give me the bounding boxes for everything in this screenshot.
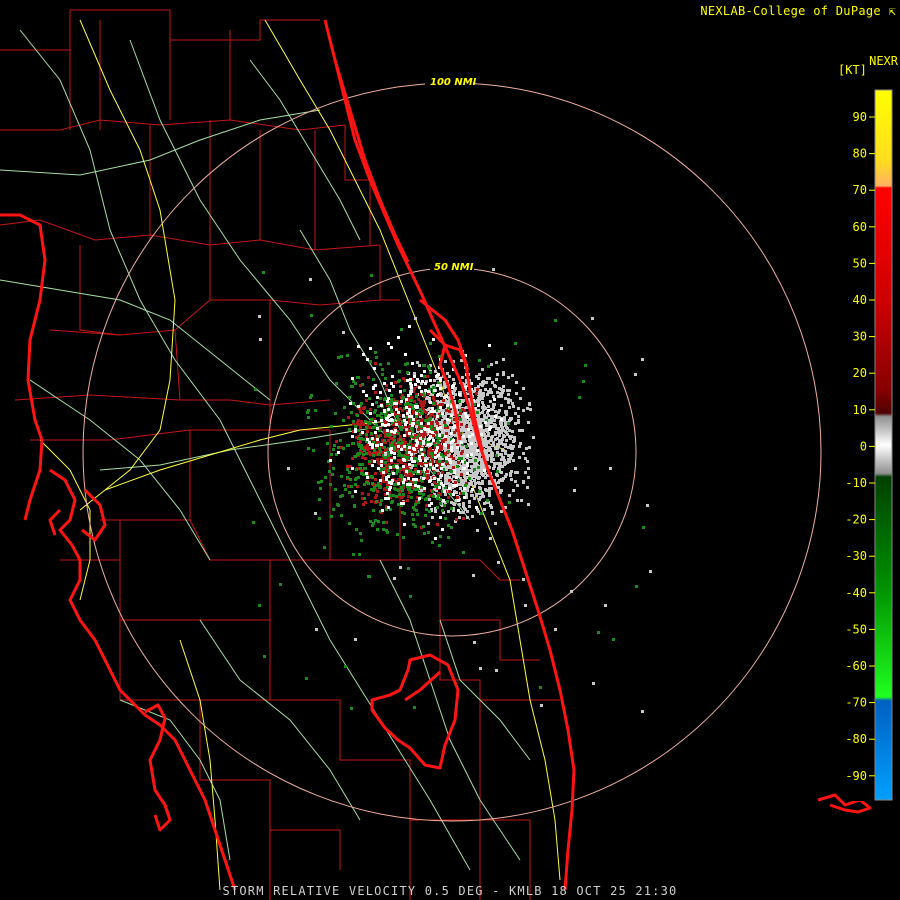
colorbar-tick-label: 90 (853, 110, 867, 124)
colorbar-tick-label: -50 (845, 622, 867, 636)
colorbar-tick-label: 10 (853, 403, 867, 417)
colorbar-tick-label: -20 (845, 513, 867, 527)
external-link-icon: ⇱ (888, 4, 896, 18)
colorbar-tick-label: 60 (853, 220, 867, 234)
colorbar-tick-label: 50 (853, 256, 867, 270)
colorbar-tick-label: 0 (860, 439, 867, 453)
product-caption: STORM RELATIVE VELOCITY 0.5 DEG - KMLB 1… (222, 884, 678, 898)
range-ring-label-50: 50 NMI (434, 262, 474, 273)
source-credit-text: NEXLAB-College of DuPage (700, 4, 881, 18)
units-label: [KT] (838, 63, 867, 77)
colorbar-tick-label: 70 (853, 183, 867, 197)
colorbar-tick-label: -10 (845, 476, 867, 490)
colorbar-tick-label: -60 (845, 659, 867, 673)
colorbar-tick-label: -80 (845, 732, 867, 746)
colorbar-tick-label: 30 (853, 330, 867, 344)
colorbar-tick-label: -90 (845, 769, 867, 783)
colorbar-tick-label: 40 (853, 293, 867, 307)
colorbar-tick-label: 80 (853, 147, 867, 161)
colorbar-tick-label: -40 (845, 586, 867, 600)
colorbar-tick-label: -30 (845, 549, 867, 563)
radar-map: 100 NMI 50 NMI 9080706050403020100-10-20… (0, 0, 900, 900)
colorbar-tick-label: 20 (853, 366, 867, 380)
velocity-colorbar: 90 80 70 60 50 40 30 20 10 0 -10 -20 -30 -40 -50 -60 -70… (845, 88, 893, 801)
colorbar-tick-label: -70 (845, 696, 867, 710)
source-credit[interactable]: NEXLAB-College of DuPage ⇱ (700, 4, 896, 18)
product-label: NEXR (869, 54, 898, 68)
range-ring-label-100: 100 NMI (430, 77, 477, 88)
